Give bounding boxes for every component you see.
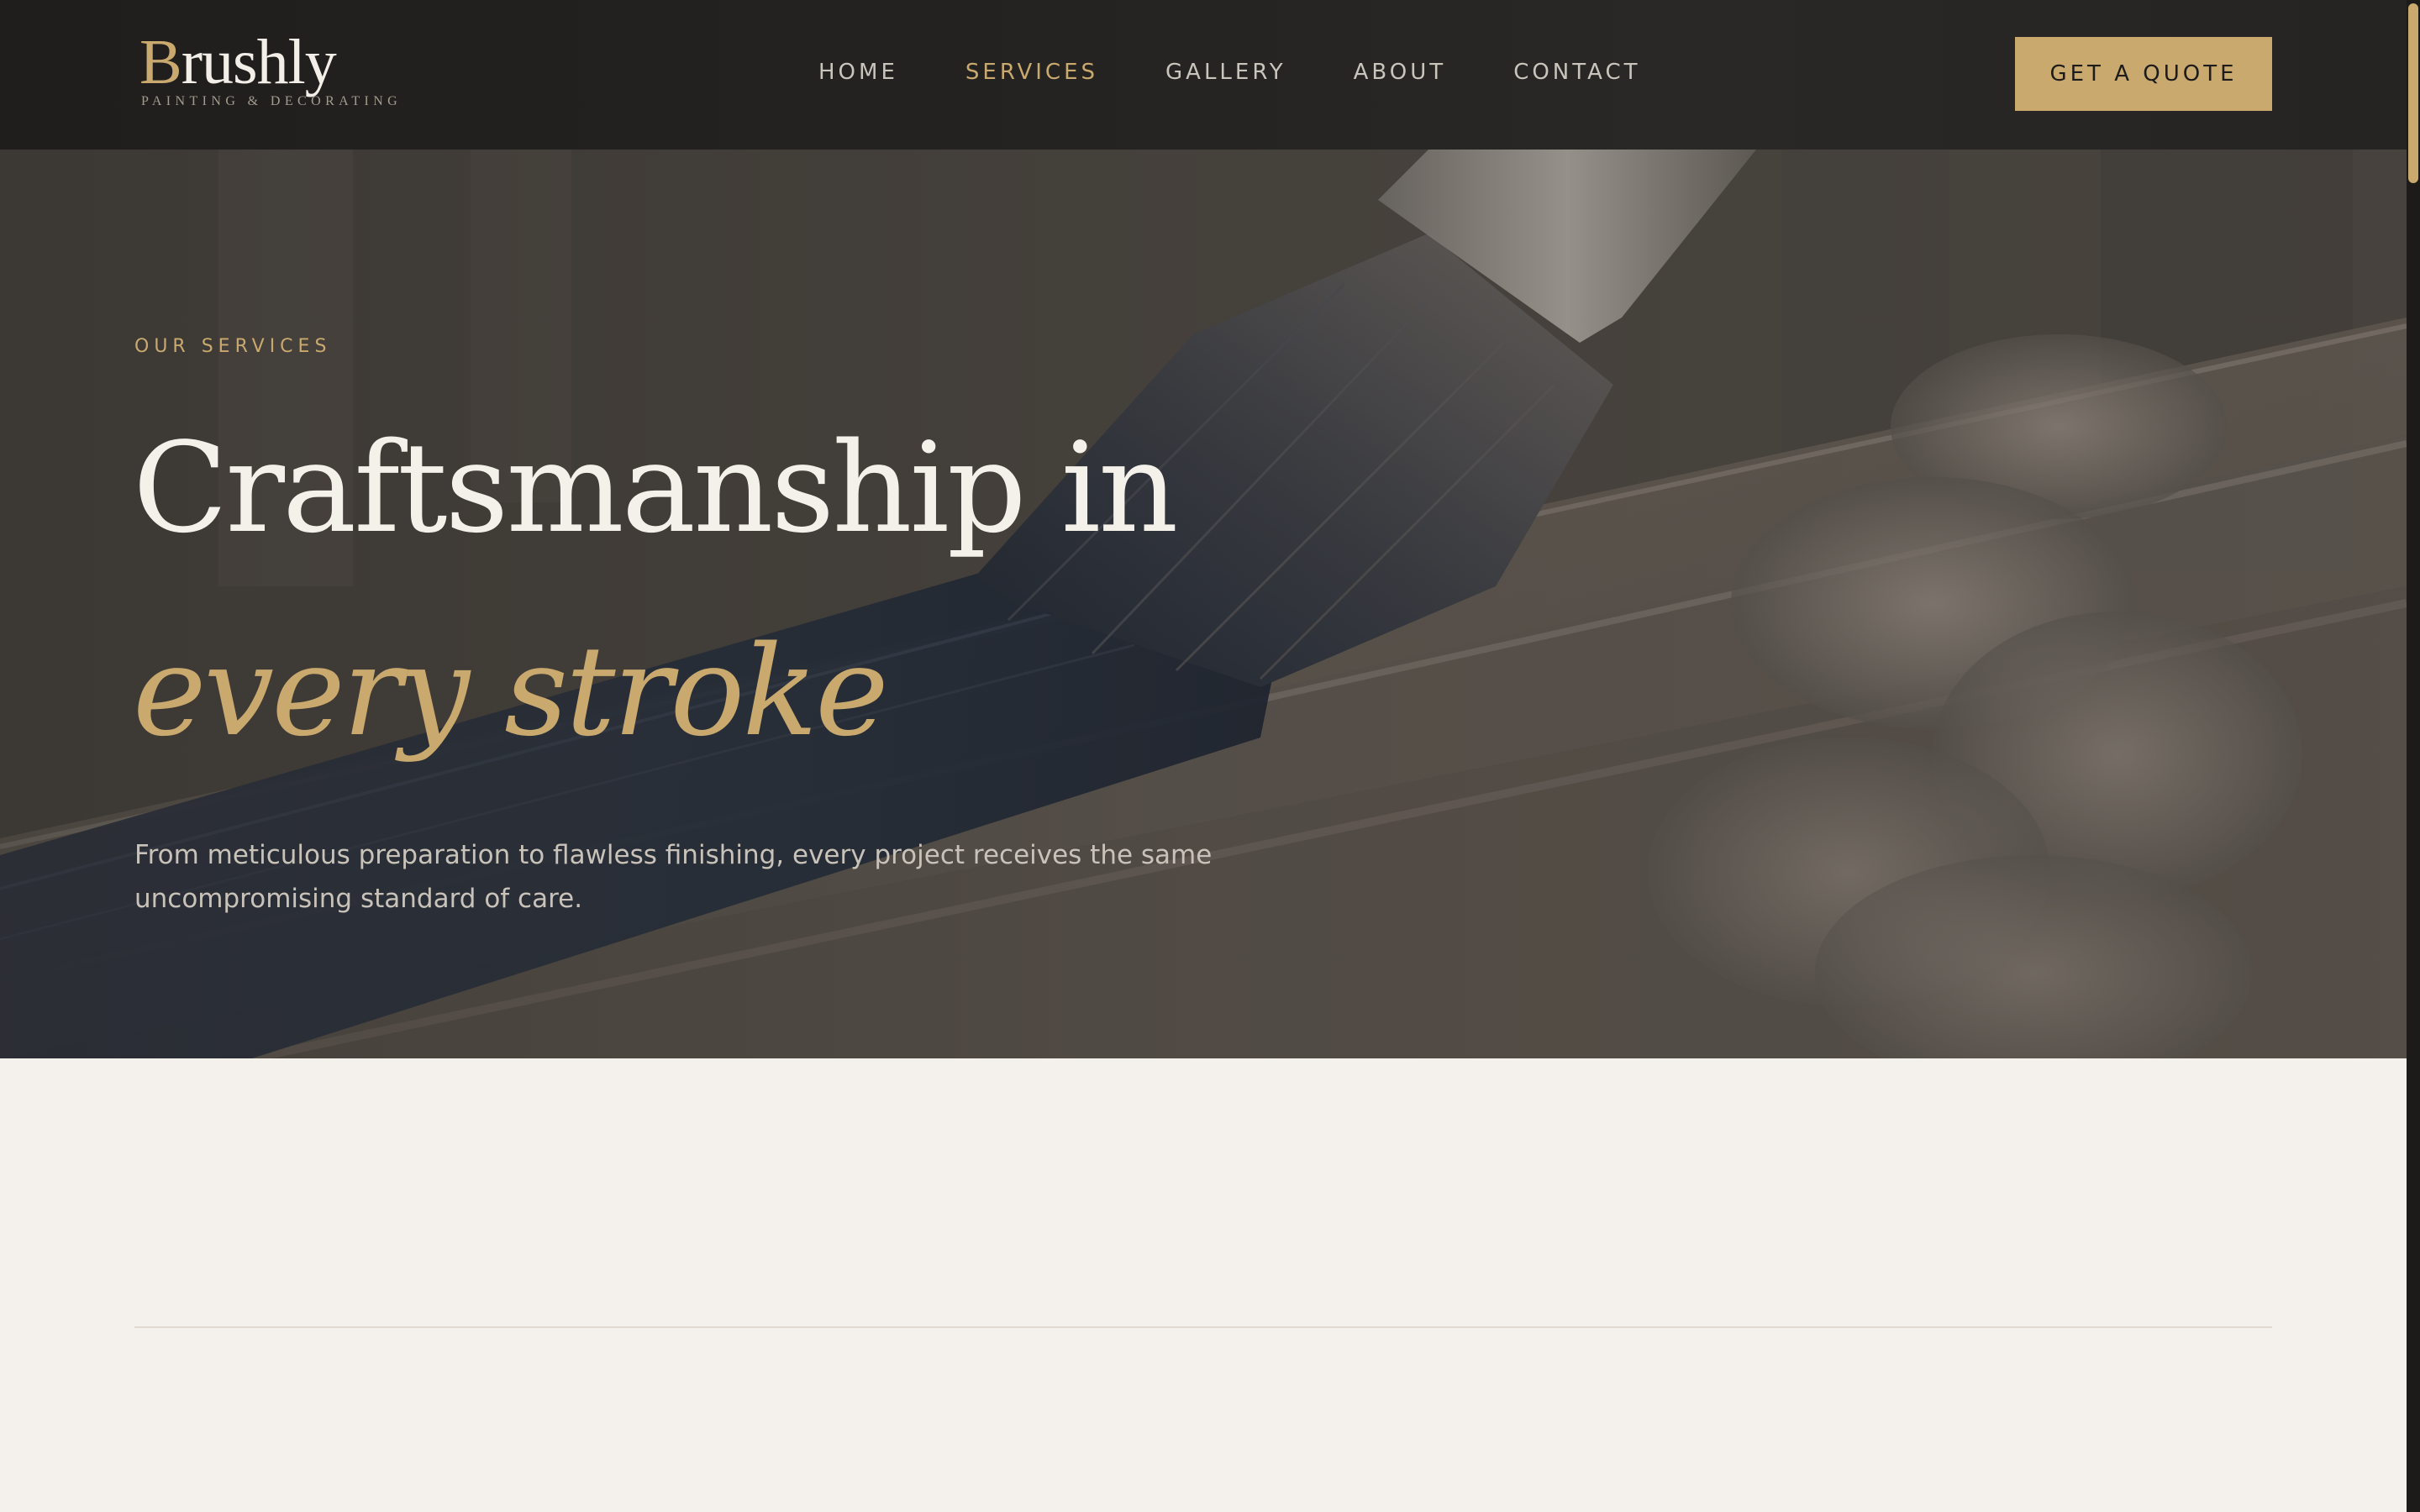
get-a-quote-button[interactable]: GET A QUOTE — [2015, 37, 2272, 111]
hero-title-accent: every stroke — [133, 619, 889, 764]
nav-item-about[interactable]: ABOUT — [1354, 60, 1447, 85]
brand-logo[interactable]: Brushly PAINTING & DECORATING — [139, 29, 408, 113]
brand-tagline: PAINTING & DECORATING — [141, 94, 402, 108]
hero-title: Craftsmanship in — [133, 416, 1178, 560]
page: Brushly PAINTING & DECORATING HOME SERVI… — [0, 0, 2407, 1512]
scrollbar-thumb[interactable] — [2408, 3, 2418, 183]
main-nav: HOME SERVICES GALLERY ABOUT CONTACT — [818, 55, 1640, 89]
hero-description: From meticulous preparation to flawless … — [134, 840, 1213, 914]
scrollbar-track[interactable] — [2407, 0, 2420, 1512]
brand-initial: B — [139, 27, 182, 97]
section-divider — [134, 1326, 2272, 1328]
brand-name-rest: rushly — [181, 27, 337, 97]
hero-overlay — [0, 150, 2407, 1058]
section-eyebrow: OUR SERVICES — [134, 336, 332, 357]
brand-wordmark: Brushly — [139, 29, 408, 96]
nav-item-gallery[interactable]: GALLERY — [1165, 60, 1286, 85]
site-header: Brushly PAINTING & DECORATING HOME SERVI… — [0, 0, 2407, 150]
nav-item-contact[interactable]: CONTACT — [1513, 60, 1640, 85]
hero-section: OUR SERVICES Craftsmanship in every stro… — [0, 150, 2407, 1058]
nav-item-home[interactable]: HOME — [818, 60, 898, 85]
nav-item-services[interactable]: SERVICES — [965, 60, 1098, 85]
